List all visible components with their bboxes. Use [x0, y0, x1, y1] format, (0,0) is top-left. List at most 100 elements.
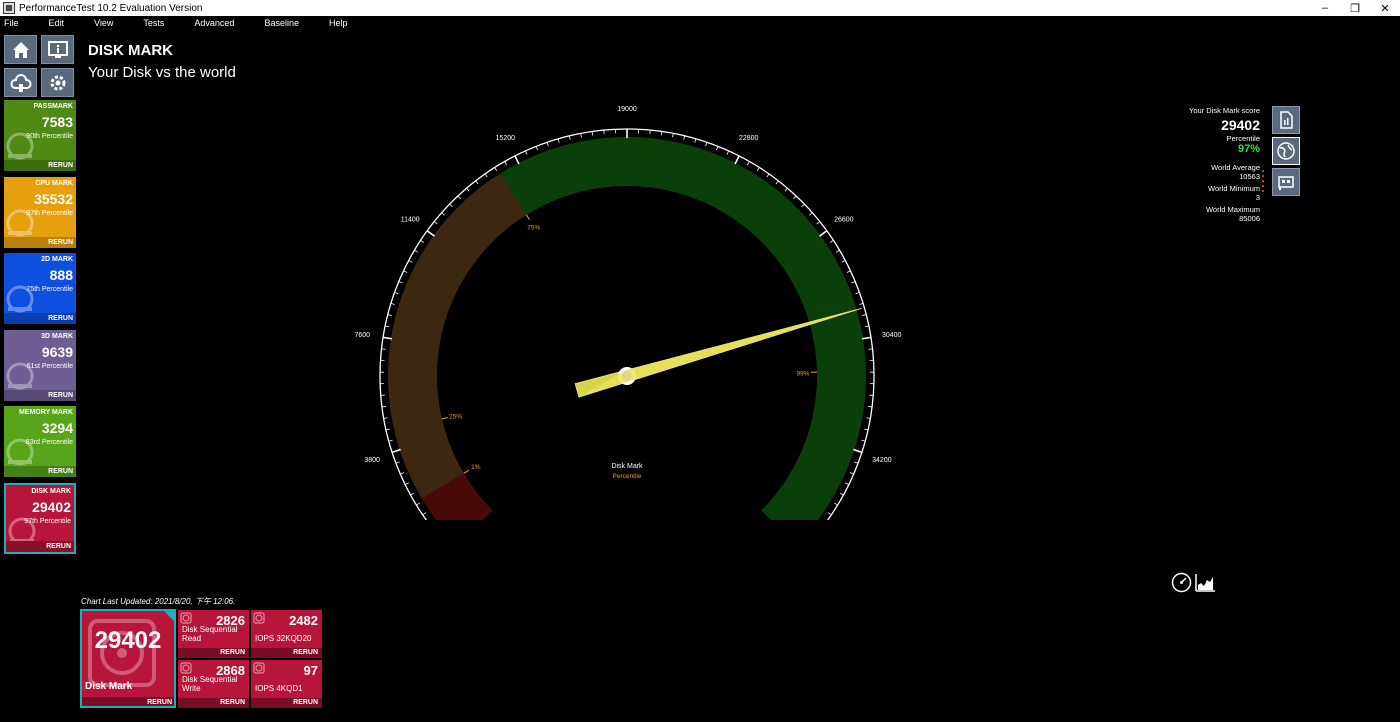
gauge-minor-tick: [433, 221, 438, 225]
tile-score: 7583: [41, 114, 73, 130]
tile-percentile: 61st Percentile: [26, 363, 73, 370]
tile-3d-mark[interactable]: 3D MARK 9639 61st Percentile RERUN: [4, 330, 76, 401]
sub-test-rerun-button[interactable]: RERUN: [251, 648, 322, 658]
gauge-minor-tick: [829, 240, 834, 243]
gauge-minor-tick: [414, 249, 419, 253]
tile-label: CPU MARK: [35, 180, 73, 187]
tile-rerun-button[interactable]: RERUN: [6, 541, 74, 552]
hardware-button[interactable]: [1272, 168, 1300, 196]
menu-advanced[interactable]: Advanced: [194, 18, 234, 28]
disk-mark-main-tile[interactable]: 29402 Disk Mark RERUN: [80, 609, 176, 708]
menu-edit[interactable]: Edit: [49, 18, 65, 28]
sub-test-rerun-button[interactable]: RERUN: [178, 648, 249, 658]
minimize-button[interactable]: –: [1310, 2, 1340, 14]
tile-percentile: 75th Percentile: [26, 286, 73, 293]
sub-test-tile[interactable]: 97 IOPS 4KQD1 RERUN: [251, 660, 322, 708]
tile-rerun-button[interactable]: RERUN: [4, 237, 76, 248]
tile-rerun-button[interactable]: RERUN: [4, 466, 76, 477]
gauge-minor-tick: [801, 203, 805, 208]
restore-button[interactable]: ❐: [1340, 2, 1370, 15]
sub-test-rerun-button[interactable]: RERUN: [251, 698, 322, 708]
gauge-major-tick: [853, 448, 863, 454]
home-button[interactable]: [4, 35, 37, 64]
cloud-compare-button[interactable]: [4, 68, 37, 97]
report-button[interactable]: [1272, 106, 1300, 134]
sub-test-tile[interactable]: 2482 IOPS 32KQD20 RERUN: [251, 610, 322, 658]
gauge-minor-tick: [475, 180, 479, 185]
settings-button[interactable]: [41, 68, 74, 97]
gauge-minor-tick: [747, 161, 750, 166]
menu-baseline[interactable]: Baseline: [264, 18, 299, 28]
gauge-minor-tick: [833, 502, 838, 506]
gauge-minor-tick: [849, 472, 854, 475]
menu-view[interactable]: View: [94, 18, 113, 28]
tile-rerun-button[interactable]: RERUN: [4, 160, 76, 171]
tile-2d-mark[interactable]: 2D MARK 888 75th Percentile RERUN: [4, 253, 76, 324]
menu-help[interactable]: Help: [329, 18, 348, 28]
gauge-minor-tick: [866, 417, 871, 419]
report-icon: [1280, 111, 1293, 129]
gauge-tick-label: 15200: [496, 135, 516, 142]
gauge-tick-label: 7600: [355, 332, 371, 339]
gauge-major-tick: [819, 230, 828, 237]
main-tile-label: Disk Mark: [85, 681, 133, 692]
tile-score: 29402: [32, 499, 71, 515]
window-titlebar: PerformanceTest 10.2 Evaluation Version …: [0, 0, 1400, 16]
selected-corner-icon: [164, 611, 174, 621]
gauge-percentile-tick: [525, 214, 530, 221]
system-info-button[interactable]: [41, 35, 74, 64]
sub-test-tile[interactable]: 2826 Disk Sequential Read RERUN: [178, 610, 249, 658]
home-icon: [12, 41, 29, 58]
gauge-minor-tick: [494, 167, 498, 172]
tile-cpu-mark[interactable]: CPU MARK 35532 97th Percentile RERUN: [4, 177, 76, 248]
gauge-tick-label: 26600: [834, 216, 854, 223]
main-tile-rerun-button[interactable]: RERUN: [82, 697, 174, 706]
gauge-minor-tick: [756, 167, 760, 172]
world-average-value: 10563: [1239, 172, 1260, 181]
menu-tests[interactable]: Tests: [143, 18, 164, 28]
sub-test-score: 2482: [289, 613, 318, 628]
gauge-minor-tick: [775, 180, 779, 185]
gauge-minor-tick: [864, 428, 869, 431]
gauge-minor-tick: [557, 138, 560, 143]
gauge-minor-tick: [591, 131, 594, 136]
gauge-minor-tick: [672, 133, 674, 138]
tile-passmark[interactable]: PASSMARK 7583 90th Percentile RERUN: [4, 100, 76, 171]
disk-icon: [180, 662, 192, 674]
close-button[interactable]: ✕: [1370, 2, 1400, 15]
gauge-tick-label: 30400: [882, 332, 902, 339]
gauge-minor-tick: [793, 195, 797, 200]
gauge-center-sublabel: Percentile: [613, 473, 642, 480]
sub-test-name: Disk Sequential Write: [182, 675, 238, 693]
gauge-chart-icon[interactable]: [1171, 572, 1192, 593]
gauge-percentile-tick: [463, 469, 470, 474]
tile-memory-mark[interactable]: MEMORY MARK 3294 83rd Percentile RERUN: [4, 406, 76, 477]
sub-test-name: IOPS 32KQD20: [255, 634, 312, 643]
disk-icon: [253, 662, 265, 674]
gauge-minor-tick: [816, 221, 821, 225]
gauge-percentile-label: 99%: [796, 370, 809, 377]
menu-file[interactable]: File: [4, 18, 19, 28]
gauge-minor-tick: [705, 142, 708, 147]
histogram-chart-icon[interactable]: [1195, 572, 1216, 593]
tile-rerun-button[interactable]: RERUN: [4, 313, 76, 324]
gauge-minor-tick: [403, 270, 408, 273]
gauge-minor-tick: [827, 512, 832, 516]
gauge-minor-tick: [660, 131, 663, 136]
score-info-panel: Your Disk Mark score 29402 Percentile 97…: [1170, 106, 1260, 223]
tile-disk-mark[interactable]: DISK MARK 29402 97th Percentile RERUN: [4, 483, 76, 554]
disk-icon: [180, 612, 192, 624]
gauge-minor-tick: [809, 212, 813, 216]
tile-label: MEMORY MARK: [18, 409, 73, 416]
tile-rerun-button[interactable]: RERUN: [4, 390, 76, 401]
gauge-minor-tick: [441, 212, 445, 216]
tile-score: 9639: [41, 344, 73, 360]
gauge-minor-tick: [405, 482, 409, 486]
gauge-minor-tick: [381, 406, 386, 408]
sub-test-rerun-button[interactable]: RERUN: [178, 698, 249, 708]
world-button[interactable]: [1272, 137, 1300, 165]
tile-percentile: 97th Percentile: [26, 210, 73, 217]
gauge-minor-tick: [410, 492, 415, 496]
sub-test-tile[interactable]: 2868 Disk Sequential Write RERUN: [178, 660, 249, 708]
gauge-minor-tick: [862, 314, 867, 316]
